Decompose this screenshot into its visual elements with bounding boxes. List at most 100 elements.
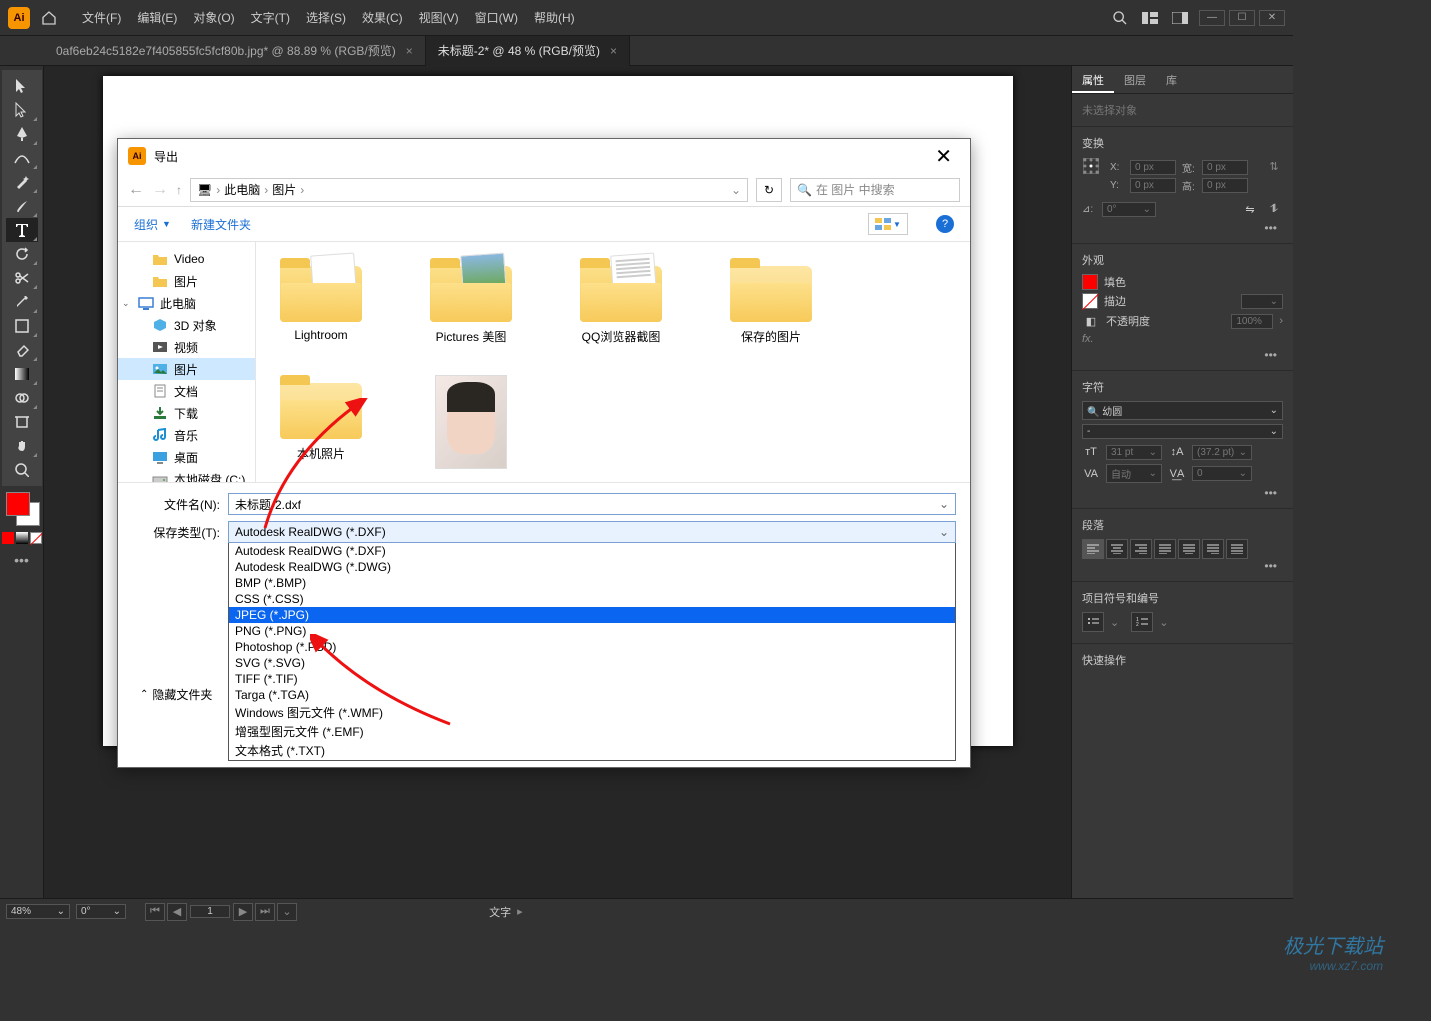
- file-list[interactable]: LightroomPictures 美图QQ浏览器截图保存的图片本机照片: [256, 242, 970, 482]
- opacity-field[interactable]: 100%: [1231, 314, 1273, 329]
- justify-right-button[interactable]: [1202, 539, 1224, 559]
- filetype-option[interactable]: 文本格式 (*.TXT): [229, 741, 955, 760]
- breadcrumb[interactable]: 此电脑: [224, 181, 260, 198]
- breadcrumb[interactable]: 图片: [272, 181, 296, 198]
- filename-field[interactable]: 未标题-2.dxf⌄: [228, 493, 956, 515]
- zoom-field[interactable]: 48%⌄: [6, 904, 70, 919]
- section-menu-icon[interactable]: •••: [1082, 559, 1283, 573]
- flip-h-icon[interactable]: ⇋: [1241, 200, 1259, 218]
- filetype-option[interactable]: Photoshop (*.PSD): [229, 639, 955, 655]
- folder-tree[interactable]: Video图片⌄此电脑3D 对象视频图片文档下载音乐桌面本地磁盘 (C:)软件 …: [118, 242, 256, 482]
- magic-wand-tool-icon[interactable]: [6, 170, 38, 194]
- color-mode-icon[interactable]: [2, 532, 14, 544]
- folder-item[interactable]: Pictures 美图: [416, 258, 526, 345]
- y-field[interactable]: 0 px: [1130, 178, 1176, 193]
- dialog-close-button[interactable]: ✕: [927, 144, 960, 169]
- pen-tool-icon[interactable]: [6, 122, 38, 146]
- w-field[interactable]: 0 px: [1202, 160, 1248, 175]
- leading-field[interactable]: (37.2 pt)⌄: [1192, 445, 1252, 460]
- menu-select[interactable]: 选择(S): [298, 9, 354, 26]
- tree-item[interactable]: 本地磁盘 (C:): [118, 468, 255, 482]
- filetype-option[interactable]: Autodesk RealDWG (*.DWG): [229, 559, 955, 575]
- menu-type[interactable]: 文字(T): [243, 9, 298, 26]
- menu-effect[interactable]: 效果(C): [354, 9, 411, 26]
- edit-toolbar-button[interactable]: •••: [14, 552, 29, 568]
- filetype-option[interactable]: CSS (*.CSS): [229, 591, 955, 607]
- nav-up-button[interactable]: ↑: [176, 183, 182, 197]
- align-right-button[interactable]: [1130, 539, 1152, 559]
- first-artboard-button[interactable]: ⏮: [145, 903, 165, 921]
- nav-forward-button[interactable]: →: [152, 181, 168, 199]
- artboard-tool-icon[interactable]: [6, 410, 38, 434]
- filetype-option[interactable]: BMP (*.BMP): [229, 575, 955, 591]
- tree-item[interactable]: 视频: [118, 336, 255, 358]
- section-menu-icon[interactable]: •••: [1082, 221, 1283, 235]
- address-dropdown-icon[interactable]: ⌄: [731, 183, 741, 197]
- reference-point-icon[interactable]: [1082, 157, 1100, 175]
- panel-tab-properties[interactable]: 属性: [1072, 66, 1114, 93]
- justify-left-button[interactable]: [1154, 539, 1176, 559]
- refresh-button[interactable]: ↻: [756, 178, 782, 202]
- gradient-tool-icon[interactable]: [6, 362, 38, 386]
- document-tab[interactable]: 0af6eb24c5182e7f405855fc5fcf80b.jpg* @ 8…: [44, 36, 426, 66]
- filetype-field[interactable]: Autodesk RealDWG (*.DXF)⌄: [228, 521, 956, 543]
- panel-tab-libraries[interactable]: 库: [1156, 66, 1187, 93]
- filetype-option[interactable]: JPEG (*.JPG): [229, 607, 955, 623]
- help-button[interactable]: ?: [936, 215, 954, 233]
- tab-close-icon[interactable]: ×: [406, 44, 413, 58]
- fill-swatch-icon[interactable]: [1082, 274, 1098, 290]
- last-artboard-button[interactable]: ⏭: [255, 903, 275, 921]
- menu-file[interactable]: 文件(F): [74, 9, 129, 26]
- fx-label[interactable]: fx.: [1082, 333, 1094, 345]
- tree-item[interactable]: 图片: [118, 358, 255, 380]
- zoom-tool-icon[interactable]: [6, 458, 38, 482]
- tree-item[interactable]: 桌面: [118, 446, 255, 468]
- h-field[interactable]: 0 px: [1202, 178, 1248, 193]
- bullets-button[interactable]: [1082, 612, 1104, 632]
- artboard-nav-menu[interactable]: ⌄: [277, 903, 297, 921]
- align-left-button[interactable]: [1082, 539, 1104, 559]
- filetype-option[interactable]: Autodesk RealDWG (*.DXF): [229, 543, 955, 559]
- brush-tool-icon[interactable]: [6, 194, 38, 218]
- tree-item[interactable]: Video: [118, 248, 255, 270]
- menu-object[interactable]: 对象(O): [185, 9, 242, 26]
- stroke-weight-field[interactable]: ⌄: [1241, 294, 1283, 309]
- type-tool-icon[interactable]: [6, 218, 38, 242]
- home-icon[interactable]: [38, 7, 60, 29]
- justify-center-button[interactable]: [1178, 539, 1200, 559]
- fill-swatch[interactable]: [6, 492, 30, 516]
- folder-item[interactable]: QQ浏览器截图: [566, 258, 676, 345]
- filetype-option[interactable]: 增强型图元文件 (*.EMF): [229, 722, 955, 741]
- panel-tab-layers[interactable]: 图层: [1114, 66, 1156, 93]
- menu-window[interactable]: 窗口(W): [467, 9, 526, 26]
- font-style-field[interactable]: -⌄: [1082, 424, 1283, 439]
- tree-item[interactable]: 音乐: [118, 424, 255, 446]
- organize-button[interactable]: 组织 ▼: [134, 216, 171, 233]
- folder-item[interactable]: 本机照片: [266, 375, 376, 469]
- none-mode-icon[interactable]: [30, 532, 42, 544]
- window-maximize-button[interactable]: ☐: [1229, 10, 1255, 26]
- font-size-field[interactable]: 31 pt⌄: [1106, 445, 1162, 460]
- tree-item[interactable]: 3D 对象: [118, 314, 255, 336]
- search-icon[interactable]: [1107, 7, 1133, 29]
- tree-item[interactable]: 文档: [118, 380, 255, 402]
- stroke-swatch-icon[interactable]: [1082, 293, 1098, 309]
- tree-item[interactable]: 图片: [118, 270, 255, 292]
- nav-back-button[interactable]: ←: [128, 181, 144, 199]
- selection-tool-icon[interactable]: [6, 74, 38, 98]
- arrange-icon[interactable]: [1137, 7, 1163, 29]
- filetype-option[interactable]: PNG (*.PNG): [229, 623, 955, 639]
- tracking-field[interactable]: 0⌄: [1192, 466, 1252, 481]
- flip-v-icon[interactable]: ⥮: [1265, 200, 1283, 218]
- document-tab[interactable]: 未标题-2* @ 48 % (RGB/预览) ×: [426, 36, 630, 66]
- filetype-option[interactable]: SVG (*.SVG): [229, 655, 955, 671]
- next-artboard-button[interactable]: ▶: [233, 903, 253, 921]
- font-family-field[interactable]: 🔍 幼圆⌄: [1082, 401, 1283, 420]
- numbering-button[interactable]: 12: [1131, 612, 1153, 632]
- section-menu-icon[interactable]: •••: [1082, 486, 1283, 500]
- hide-folders-toggle[interactable]: ⌃隐藏文件夹: [132, 682, 212, 703]
- new-folder-button[interactable]: 新建文件夹: [191, 216, 251, 233]
- kerning-field[interactable]: 自动⌄: [1106, 464, 1162, 483]
- window-close-button[interactable]: ✕: [1259, 10, 1285, 26]
- curvature-tool-icon[interactable]: [6, 146, 38, 170]
